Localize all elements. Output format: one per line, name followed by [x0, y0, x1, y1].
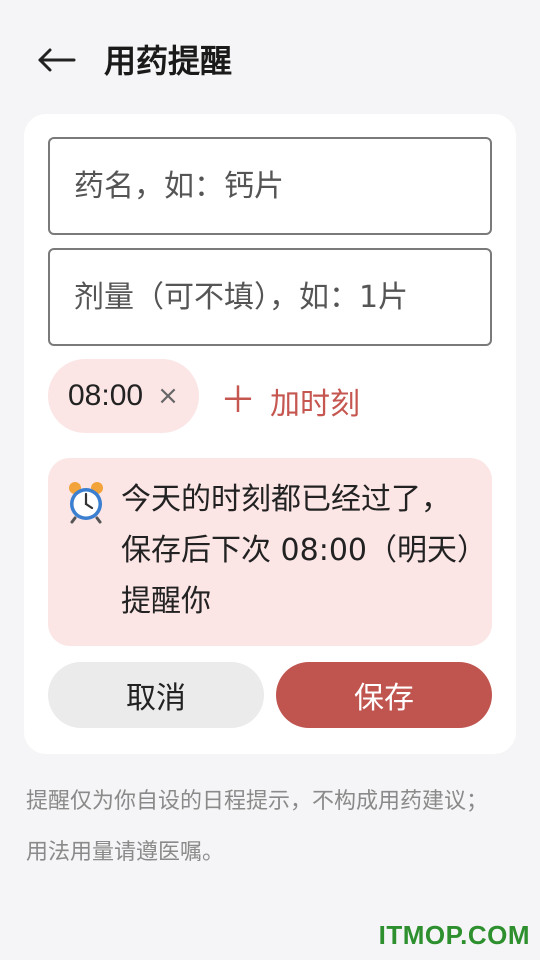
- reminder-form-card: 08:00 × ＋ 加时刻 今天的时刻都已经过了，保存后下次 08:00（明天）…: [24, 114, 516, 754]
- remove-time-icon[interactable]: ×: [157, 383, 179, 409]
- page-title: 用药提醒: [104, 42, 233, 80]
- notice-text: 今天的时刻都已经过了，保存后下次 08:00（明天）提醒你: [121, 482, 472, 619]
- arrow-left-icon: [38, 48, 76, 72]
- next-reminder-notice: 今天的时刻都已经过了，保存后下次 08:00（明天）提醒你: [48, 458, 492, 646]
- time-chip[interactable]: 08:00 ×: [48, 359, 199, 433]
- app-header: 用药提醒: [0, 0, 540, 112]
- disclaimer-text: 提醒仅为你自设的日程提示，不构成用药建议；用法用量请遵医嘱。: [26, 789, 489, 865]
- add-time-label: 加时刻: [270, 387, 361, 422]
- plus-icon: ＋: [220, 380, 257, 421]
- save-button[interactable]: 保存: [276, 662, 492, 728]
- medicine-name-input[interactable]: [48, 137, 492, 235]
- back-button[interactable]: [34, 36, 82, 84]
- watermark-logo: ITMOP.COM: [378, 920, 530, 950]
- dosage-input[interactable]: [48, 248, 492, 346]
- time-chip-label: 08:00: [68, 379, 144, 412]
- add-time-button[interactable]: ＋ 加时刻: [220, 376, 360, 426]
- alarm-clock-icon: [69, 482, 103, 524]
- cancel-button[interactable]: 取消: [48, 662, 264, 728]
